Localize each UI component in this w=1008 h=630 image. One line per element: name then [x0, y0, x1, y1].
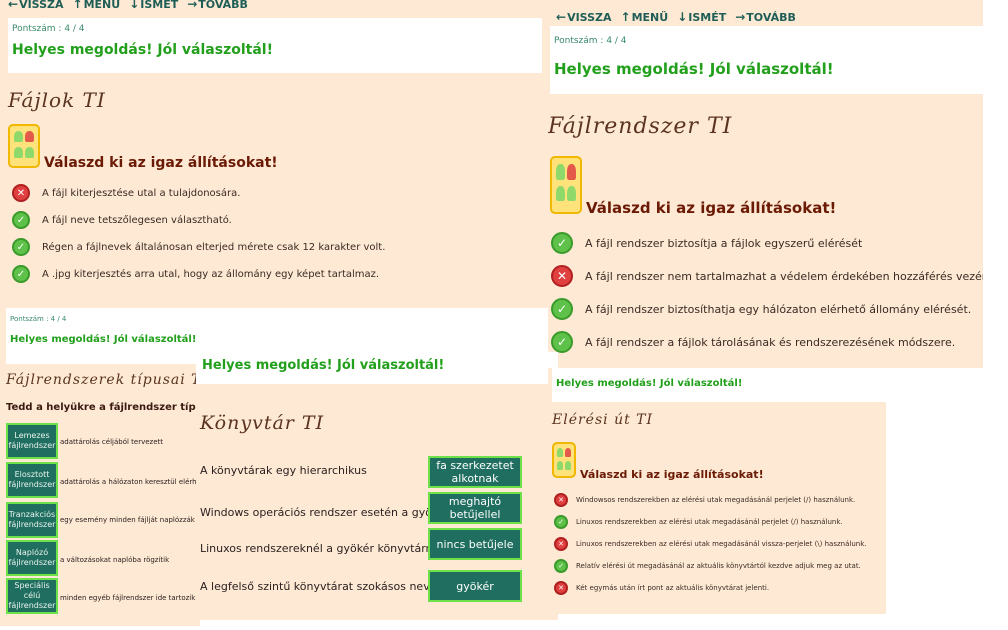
- result-box: Pontszám : 4 / 4 Helyes megoldás! Jól vá…: [6, 308, 200, 364]
- answer-button[interactable]: fa szerkezetet alkotnak: [428, 456, 522, 488]
- wrong-icon: ✕: [554, 493, 568, 507]
- type-button[interactable]: Elosztott fájlrendszer: [6, 462, 58, 498]
- wrong-icon: ✕: [554, 537, 568, 551]
- next-link[interactable]: →TOVÁBB: [187, 0, 248, 11]
- check-icon: ✓: [551, 298, 573, 320]
- success-message: Helyes megoldás! Jól válaszoltál!: [10, 334, 197, 345]
- type-description: egy esemény minden fájlját naplózzák: [60, 516, 195, 524]
- check-icon: ✓: [554, 515, 568, 529]
- wrong-icon: ✕: [12, 184, 30, 202]
- arrow-up-icon: ↑: [72, 0, 83, 11]
- answer-row[interactable]: ✓ Relatív elérési út megadásánál az aktuá…: [554, 559, 861, 573]
- answer-row[interactable]: ✓ A fájl rendszer a fájlok tárolásának és…: [551, 331, 955, 353]
- sentence: Linuxos rendszereknél a gyökér könyvtárn…: [200, 542, 446, 555]
- answer-row[interactable]: ✓ A .jpg kiterjesztés arra utal, hogy az …: [12, 265, 379, 283]
- check-icon: ✓: [12, 265, 30, 283]
- question-title: Válaszd ki az igaz állításokat!: [586, 199, 837, 217]
- back-link[interactable]: ←VISSZA: [8, 0, 64, 11]
- score: Pontszám : 4 / 4: [10, 315, 67, 323]
- arrow-down-icon: ↓: [677, 10, 688, 24]
- answer-row[interactable]: ✓ A fájl rendszer biztosíthatja egy hálóz…: [551, 298, 971, 320]
- fajlrendszer-panel: ←VISSZA ↑MENÜ ↓ISMÉT →TOVÁBB Pontszám : …: [548, 0, 983, 368]
- arrow-down-icon: ↓: [129, 0, 140, 11]
- sentence: Windows operációs rendszer esetén a gyök…: [200, 506, 430, 519]
- answer-button[interactable]: nincs betűjele: [428, 528, 522, 560]
- check-icon: ✓: [12, 211, 30, 229]
- answer-row[interactable]: ✓ Linuxos rendszerekben az elérési utak m…: [554, 515, 843, 529]
- question-title: Válaszd ki az igaz állításokat!: [580, 468, 764, 481]
- fajlok-panel: ←VISSZA ↑MENÜ ↓ISMÉT →TOVÁBB Pontszám : …: [0, 0, 548, 308]
- sentence: A könyvtárak egy hierarchikus: [200, 464, 367, 477]
- success-message: Helyes megoldás! Jól válaszoltál!: [554, 60, 834, 78]
- page-title: Fájlok TI: [8, 88, 106, 112]
- answer-row[interactable]: ✓ A fájl neve tetszőlegesen választható.: [12, 211, 232, 229]
- quiz-icon: [550, 156, 582, 214]
- answer-row[interactable]: ✕ A fájl kiterjesztése utal a tulajdonosá…: [12, 184, 240, 202]
- success-message: Helyes megoldás! Jól válaszoltál!: [556, 378, 743, 389]
- arrow-up-icon: ↑: [620, 10, 631, 24]
- retry-link[interactable]: ↓ISMÉT: [677, 10, 726, 24]
- sentence: A legfelső szintű könyvtárat szokásos ne…: [200, 580, 437, 593]
- nav-bar: ←VISSZA ↑MENÜ ↓ISMÉT →TOVÁBB: [556, 10, 796, 24]
- type-description: a változásokat naplóba rögzítik: [60, 556, 170, 564]
- type-description: adattárolás céljából tervezett: [60, 438, 163, 446]
- answer-button[interactable]: gyökér: [428, 570, 522, 602]
- check-icon: ✓: [551, 232, 573, 254]
- success-message: Helyes megoldás! Jól válaszoltál!: [12, 42, 273, 58]
- check-icon: ✓: [12, 238, 30, 256]
- page-title: Elérési út TI: [552, 412, 654, 428]
- answer-row[interactable]: ✓ Régen a fájlnevek általánosan elterjed …: [12, 238, 385, 256]
- answer-row[interactable]: ✕ Windowsos rendszerekben az elérési utak…: [554, 493, 855, 507]
- success-message: Helyes megoldás! Jól válaszoltál!: [202, 358, 445, 373]
- type-button[interactable]: Speciális célú fájlrendszer: [6, 578, 58, 614]
- konyvtar-panel: Helyes megoldás! Jól válaszoltál! Könyvt…: [196, 352, 558, 620]
- quiz-icon: [552, 442, 576, 478]
- retry-link[interactable]: ↓ISMÉT: [129, 0, 178, 11]
- answer-button[interactable]: meghajtó betűjellel: [428, 492, 522, 524]
- result-box: Pontszám : 4 / 4 Helyes megoldás! Jól vá…: [550, 26, 983, 94]
- result-box: Helyes megoldás! Jól válaszoltál!: [196, 352, 558, 384]
- arrow-left-icon: ←: [556, 10, 567, 24]
- type-description: adattárolás a hálózaton keresztül elérhe…: [60, 478, 208, 486]
- arrow-right-icon: →: [735, 10, 746, 24]
- score: Pontszám : 4 / 4: [554, 36, 627, 46]
- back-link[interactable]: ←VISSZA: [556, 10, 612, 24]
- type-button[interactable]: Lemezes fájlrendszer: [6, 423, 58, 459]
- answer-row[interactable]: ✕ Két egymás után írt pont az aktuális kö…: [554, 581, 769, 595]
- page-title: Fájlrendszer TI: [548, 114, 733, 139]
- question-title: Válaszd ki az igaz állításokat!: [44, 155, 278, 171]
- type-button[interactable]: Tranzakciós fájlrendszer: [6, 502, 58, 538]
- answer-row[interactable]: ✓ A fájl rendszer biztosítja a fájlok egy…: [551, 232, 862, 254]
- result-box: Pontszám : 4 / 4 Helyes megoldás! Jól vá…: [8, 18, 542, 73]
- wrong-icon: ✕: [554, 581, 568, 595]
- page-title: Könyvtár TI: [200, 412, 325, 434]
- check-icon: ✓: [554, 559, 568, 573]
- menu-link[interactable]: ↑MENÜ: [621, 10, 669, 24]
- nav-bar: ←VISSZA ↑MENÜ ↓ISMÉT →TOVÁBB: [8, 0, 248, 11]
- arrow-right-icon: →: [187, 0, 198, 11]
- menu-link[interactable]: ↑MENÜ: [73, 0, 121, 11]
- next-link[interactable]: →TOVÁBB: [735, 10, 796, 24]
- type-button[interactable]: Naplózó fájlrendszer: [6, 540, 58, 576]
- wrong-icon: ✕: [551, 265, 573, 287]
- score: Pontszám : 4 / 4: [12, 24, 85, 34]
- quiz-icon: [8, 124, 40, 168]
- arrow-left-icon: ←: [8, 0, 19, 11]
- answer-row[interactable]: ✕ Linuxos rendszerekben az elérési utak m…: [554, 537, 867, 551]
- check-icon: ✓: [551, 331, 573, 353]
- answer-row[interactable]: ✕ A fájl rendszer nem tartalmazhat a véde…: [551, 265, 983, 287]
- type-description: minden egyéb fájlrendszer ide tartozik: [60, 594, 196, 602]
- result-box: Helyes megoldás! Jól válaszoltál!: [552, 368, 886, 402]
- question-title: Tedd a helyükre a fájlrendszer típusokat…: [6, 402, 200, 413]
- eleresi-panel: Helyes megoldás! Jól válaszoltál! Elérés…: [548, 368, 886, 614]
- page-title: Fájlrendszerek típusai TI: [6, 372, 200, 388]
